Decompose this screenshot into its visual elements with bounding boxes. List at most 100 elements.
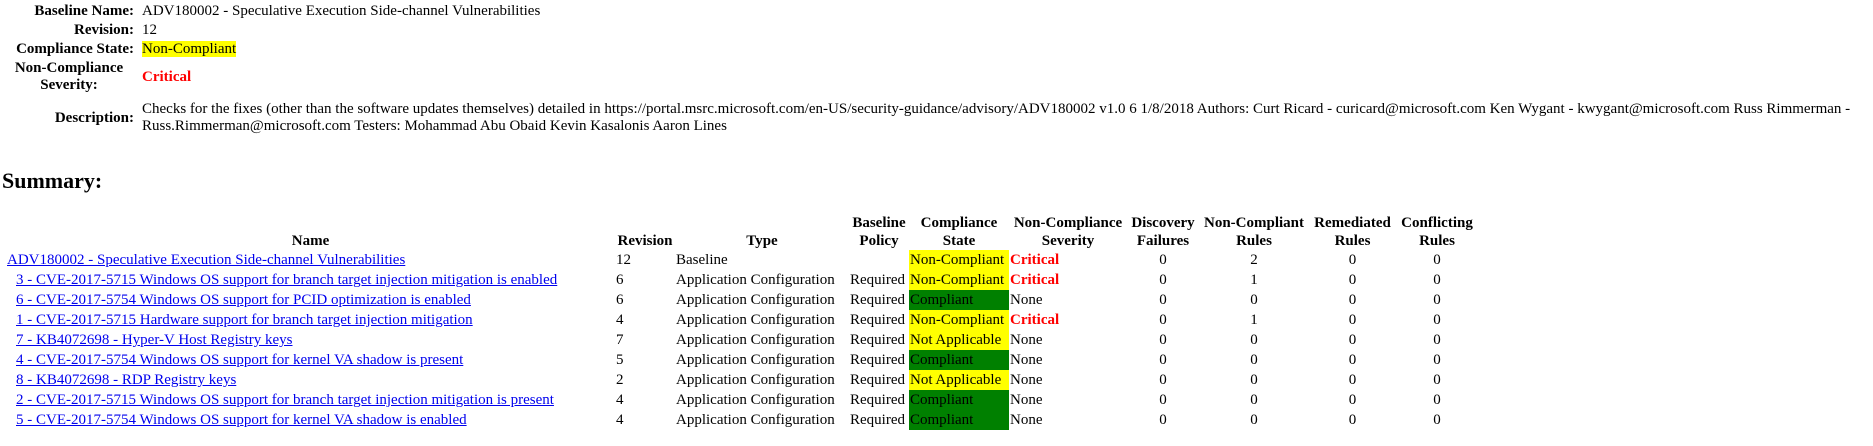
table-row: 7 - KB4072698 - Hyper-V Host Registry ke…	[6, 330, 1478, 350]
row-revision: 4	[616, 392, 624, 408]
row-revision: 6	[616, 292, 624, 308]
description-value: Checks for the fixes (other than the sof…	[142, 101, 1851, 134]
header-remediated-rules: Remediated Rules	[1314, 215, 1391, 249]
row-conflicting-rules: 0	[1433, 352, 1441, 368]
row-name-cell: ADV180002 - Speculative Execution Side-c…	[6, 250, 615, 270]
row-conflicting-rules: 0	[1433, 252, 1441, 268]
table-row: 8 - KB4072698 - RDP Registry keys 2 Appl…	[6, 370, 1478, 390]
table-row: 6 - CVE-2017-5754 Windows OS support for…	[6, 290, 1478, 310]
row-policy: Required	[850, 312, 905, 328]
row-name-link[interactable]: 3 - CVE-2017-5715 Windows OS support for…	[16, 272, 557, 288]
row-type: Baseline	[676, 252, 728, 268]
row-remediated-rules: 0	[1348, 412, 1357, 428]
row-discovery-failures: 0	[1159, 412, 1167, 428]
row-severity: None	[1010, 412, 1043, 428]
row-remediated-rules: 0	[1348, 252, 1357, 268]
table-row: 4 - CVE-2017-5754 Windows OS support for…	[6, 350, 1478, 370]
revision-value: 12	[142, 22, 157, 38]
row-discovery-failures: 0	[1159, 272, 1167, 288]
row-policy: Required	[850, 332, 905, 348]
compliance-state-row: Compliance State: Non-Compliant	[2, 40, 1864, 59]
severity-row: Non-Compliance Severity: Critical	[2, 59, 1864, 95]
row-name-cell: 2 - CVE-2017-5715 Windows OS support for…	[6, 390, 615, 410]
row-revision: 7	[616, 332, 624, 348]
row-policy: Required	[850, 392, 905, 408]
revision-row: Revision: 12	[2, 21, 1864, 40]
row-noncompliant-rules: 0	[1250, 372, 1258, 388]
table-row: 1 - CVE-2017-5715 Hardware support for b…	[6, 310, 1478, 330]
summary-body: ADV180002 - Speculative Execution Side-c…	[6, 250, 1478, 430]
row-name-link[interactable]: 5 - CVE-2017-5754 Windows OS support for…	[16, 412, 467, 428]
table-row: ADV180002 - Speculative Execution Side-c…	[6, 250, 1478, 270]
row-name-cell: 7 - KB4072698 - Hyper-V Host Registry ke…	[6, 330, 615, 350]
row-type: Application Configuration	[676, 332, 835, 348]
row-policy: Required	[850, 272, 905, 288]
row-type: Application Configuration	[676, 292, 835, 308]
row-name-link[interactable]: 6 - CVE-2017-5754 Windows OS support for…	[16, 292, 471, 308]
row-revision: 12	[616, 252, 631, 268]
header-noncompliant-rules: Non-Compliant Rules	[1203, 215, 1304, 249]
row-conflicting-rules: 0	[1433, 392, 1441, 408]
header-discovery-failures: Discovery Failures	[1131, 215, 1195, 249]
row-conflicting-rules: 0	[1433, 332, 1441, 348]
row-noncompliant-rules: 2	[1250, 252, 1258, 268]
row-name-link[interactable]: ADV180002 - Speculative Execution Side-c…	[7, 252, 405, 268]
row-compliance-state: Compliant	[909, 390, 1009, 410]
row-severity: None	[1010, 332, 1043, 348]
row-name-link[interactable]: 1 - CVE-2017-5715 Hardware support for b…	[16, 312, 473, 328]
row-discovery-failures: 0	[1159, 372, 1167, 388]
header-revision: Revision	[617, 233, 673, 249]
row-type: Application Configuration	[676, 352, 835, 368]
row-discovery-failures: 0	[1159, 332, 1167, 348]
row-severity: Critical	[1010, 272, 1060, 288]
row-severity: None	[1010, 372, 1043, 388]
row-conflicting-rules: 0	[1433, 312, 1441, 328]
table-row: 2 - CVE-2017-5715 Windows OS support for…	[6, 390, 1478, 410]
summary-header-row: Name Revision Type Baseline Policy Compli…	[6, 214, 1478, 250]
description-label: Description:	[54, 109, 134, 126]
row-discovery-failures: 0	[1159, 292, 1167, 308]
row-compliance-state: Non-Compliant	[909, 310, 1009, 330]
row-conflicting-rules: 0	[1433, 372, 1441, 388]
row-severity: None	[1010, 392, 1043, 408]
header-baseline-policy: Baseline Policy	[852, 215, 906, 249]
row-name-cell: 5 - CVE-2017-5754 Windows OS support for…	[6, 410, 615, 430]
row-severity: Critical	[1010, 312, 1060, 328]
baseline-name-label: Baseline Name:	[34, 3, 134, 19]
row-revision: 6	[616, 272, 624, 288]
row-remediated-rules: 0	[1348, 392, 1357, 408]
row-conflicting-rules: 0	[1433, 272, 1441, 288]
row-noncompliant-rules: 1	[1250, 312, 1258, 328]
row-name-cell: 6 - CVE-2017-5754 Windows OS support for…	[6, 290, 615, 310]
row-conflicting-rules: 0	[1433, 412, 1441, 428]
row-name-link[interactable]: 4 - CVE-2017-5754 Windows OS support for…	[16, 352, 463, 368]
row-noncompliant-rules: 0	[1250, 292, 1258, 308]
row-name-link[interactable]: 8 - KB4072698 - RDP Registry keys	[16, 372, 236, 388]
row-noncompliant-rules: 0	[1250, 352, 1258, 368]
severity-value: Critical	[142, 68, 192, 85]
row-type: Application Configuration	[676, 412, 835, 428]
row-policy: Required	[850, 292, 905, 308]
row-remediated-rules: 0	[1348, 272, 1357, 288]
row-compliance-state: Not Applicable	[909, 370, 1009, 390]
row-type: Application Configuration	[676, 372, 835, 388]
baseline-details-table: Baseline Name: ADV180002 - Speculative E…	[2, 2, 1864, 136]
row-discovery-failures: 0	[1159, 252, 1167, 268]
row-severity: None	[1010, 352, 1043, 368]
row-name-link[interactable]: 7 - KB4072698 - Hyper-V Host Registry ke…	[16, 332, 292, 348]
row-policy	[849, 250, 909, 270]
row-name-cell: 1 - CVE-2017-5715 Hardware support for b…	[6, 310, 615, 330]
row-revision: 4	[616, 312, 624, 328]
row-noncompliant-rules: 1	[1250, 272, 1258, 288]
row-compliance-state: Non-Compliant	[909, 250, 1009, 270]
row-revision: 2	[616, 372, 624, 388]
row-remediated-rules: 0	[1348, 312, 1357, 328]
row-noncompliant-rules: 0	[1250, 392, 1258, 408]
row-name-link[interactable]: 2 - CVE-2017-5715 Windows OS support for…	[16, 392, 554, 408]
header-type: Type	[746, 233, 778, 249]
baseline-name-row: Baseline Name: ADV180002 - Speculative E…	[2, 2, 1864, 21]
header-name: Name	[291, 233, 330, 249]
row-discovery-failures: 0	[1159, 352, 1167, 368]
row-type: Application Configuration	[676, 392, 835, 408]
row-revision: 5	[616, 352, 624, 368]
